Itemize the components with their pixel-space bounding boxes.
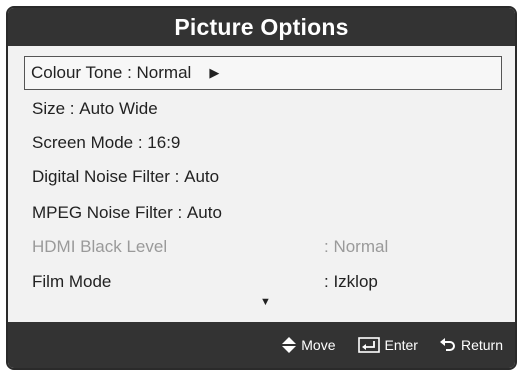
menu-item-mpeg-noise-filter[interactable]: MPEG Noise Filter : Auto: [24, 196, 500, 230]
hint-return-label: Return: [460, 337, 503, 353]
submenu-arrow-icon: ▶: [209, 65, 220, 80]
menu-item-separator: :: [122, 63, 137, 82]
footer-hints: Move Enter Return: [8, 322, 515, 368]
options-menu: Colour Tone : Normal ▶ Size : Auto Wide …: [8, 46, 515, 322]
menu-item-value: Auto: [186, 203, 222, 222]
hint-enter: Enter: [357, 337, 418, 353]
scroll-down-arrow-icon[interactable]: ▼: [260, 296, 271, 308]
menu-item-label: Screen Mode: [32, 133, 134, 152]
menu-item-label: MPEG Noise Filter: [32, 203, 173, 222]
menu-item-screen-mode[interactable]: Screen Mode : 16:9: [24, 126, 500, 160]
menu-item-separator: :: [169, 167, 185, 186]
picture-options-dialog: Picture Options Colour Tone : Normal ▶ S…: [6, 6, 517, 370]
dialog-title: Picture Options: [174, 13, 349, 40]
menu-item-value: 16:9: [147, 133, 181, 152]
menu-item-value: Auto: [184, 167, 220, 186]
hint-move: Move: [282, 337, 336, 353]
menu-item-value: Auto Wide: [79, 99, 158, 118]
up-down-arrows-icon: [282, 337, 297, 353]
return-arrow-icon: [439, 338, 455, 351]
menu-item-separator: :: [172, 203, 187, 222]
hint-return: Return: [439, 337, 503, 353]
menu-item-film-mode[interactable]: Film Mode : Izklop: [24, 265, 500, 299]
menu-item-hdmi-black-level: HDMI Black Level : Normal: [24, 230, 500, 264]
menu-item-value: : Izklop: [324, 272, 378, 291]
hint-enter-label: Enter: [384, 337, 418, 353]
menu-item-label: Colour Tone: [31, 63, 123, 82]
title-bar: Picture Options: [8, 8, 515, 46]
menu-item-label: Size: [32, 99, 66, 118]
enter-key-icon: [357, 337, 380, 353]
menu-item-size[interactable]: Size : Auto Wide: [24, 92, 500, 126]
menu-item-digital-noise-filter[interactable]: Digital Noise Filter : Auto: [24, 160, 500, 194]
menu-item-value: : Normal: [324, 237, 389, 256]
menu-item-separator: :: [133, 133, 148, 152]
menu-item-label: Digital Noise Filter: [32, 167, 170, 186]
menu-item-label: Film Mode: [32, 272, 112, 291]
menu-item-label: HDMI Black Level: [32, 237, 168, 256]
menu-item-separator: :: [65, 99, 80, 118]
menu-item-value: Normal: [136, 63, 192, 82]
menu-item-colour-tone[interactable]: Colour Tone : Normal ▶: [24, 56, 502, 90]
hint-move-label: Move: [301, 337, 336, 353]
